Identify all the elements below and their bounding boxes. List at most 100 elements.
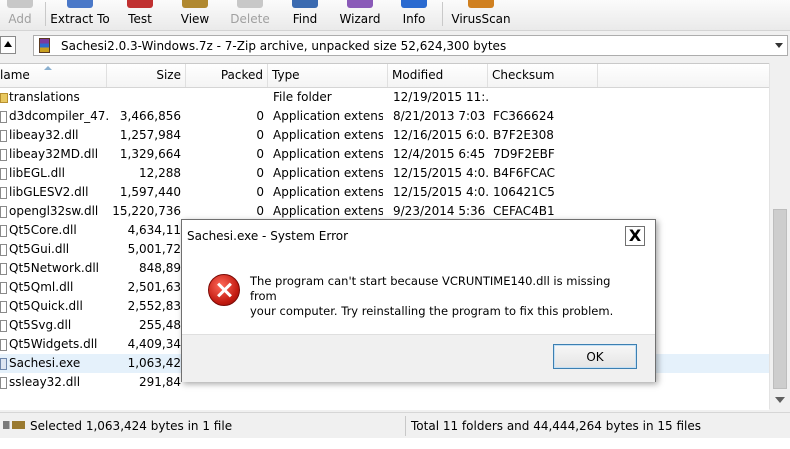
dll-file-icon <box>0 263 7 275</box>
file-size <box>108 88 181 107</box>
dll-file-icon <box>0 187 7 199</box>
column-header-size[interactable]: Size <box>107 64 186 87</box>
sort-ascending-icon <box>44 66 52 70</box>
column-header-name[interactable]: lame <box>0 64 107 87</box>
file-modified: 12/19/2015 11:... <box>393 90 488 104</box>
chevron-down-icon[interactable] <box>775 43 783 48</box>
file-size: 3,466,856 <box>119 109 181 123</box>
file-modified: 12/15/2015 4:0... <box>393 185 488 199</box>
address-text: Sachesi2.0.3-Windows.7z - 7-Zip archive,… <box>61 39 507 53</box>
file-size: 2,501,63 <box>127 280 181 294</box>
file-checksum: 106421C5 <box>493 185 555 199</box>
toolbar-separator <box>45 2 46 26</box>
file-size: 4,409,34 <box>127 337 181 351</box>
file-name: Qt5Network.dll <box>9 261 99 275</box>
file-name: Qt5Widgets.dll <box>9 337 98 351</box>
error-icon <box>208 274 240 306</box>
toolbar-button-label: VirusScan <box>451 12 511 26</box>
file-name: ssleay32.dll <box>9 375 81 389</box>
file-name: d3dcompiler_47.... <box>9 109 109 123</box>
file-size: 1,329,664 <box>119 147 181 161</box>
dll-file-icon <box>0 320 7 332</box>
file-row[interactable]: translations File folder 12/19/2015 11:... <box>0 88 769 107</box>
file-name: Qt5Core.dll <box>9 223 77 237</box>
file-row[interactable]: d3dcompiler_47.... 3,466,856 0 Application … <box>0 107 769 126</box>
address-field[interactable]: Sachesi2.0.3-Windows.7z - 7-Zip archive,… <box>33 35 788 56</box>
file-size: 1,257,984 <box>119 128 181 142</box>
column-header-packed[interactable]: Packed <box>186 64 268 87</box>
file-name: Qt5Quick.dll <box>9 299 83 313</box>
system-error-dialog: Sachesi.exe - System Error X The program… <box>181 219 656 382</box>
status-icon <box>3 421 25 429</box>
dll-file-icon <box>0 206 7 218</box>
extract-icon <box>67 0 93 8</box>
vertical-scrollbar[interactable] <box>769 63 790 409</box>
dll-file-icon <box>0 339 7 351</box>
test-icon <box>127 0 153 8</box>
file-row[interactable]: libEGL.dll 12,288 0 Application extens... 12… <box>0 164 769 183</box>
info-icon <box>401 0 427 8</box>
taskbar-edge <box>0 438 790 449</box>
file-modified: 12/4/2015 6:45 ... <box>393 147 488 161</box>
file-modified: 12/15/2015 4:0... <box>393 166 488 180</box>
dialog-titlebar[interactable]: Sachesi.exe - System Error X <box>182 220 655 251</box>
file-row[interactable]: libGLESV2.dll 1,597,440 0 Application exten… <box>0 183 769 202</box>
dll-file-icon <box>0 225 7 237</box>
file-name: libeay32.dll <box>9 128 79 142</box>
file-name: translations <box>9 90 80 104</box>
ok-button[interactable]: OK <box>553 344 637 369</box>
toolbar-button-label: Delete <box>230 12 270 26</box>
dll-file-icon <box>0 282 7 294</box>
close-icon: X <box>628 226 642 245</box>
dll-file-icon <box>0 301 7 313</box>
find-icon <box>292 0 318 8</box>
file-size: 1,063,42 <box>127 356 181 370</box>
file-name: Sachesi.exe <box>9 356 81 370</box>
file-size: 848,89 <box>139 261 181 275</box>
file-name: Qt5Gui.dll <box>9 242 70 256</box>
column-header: lame Size Packed Type Modified Checksum <box>0 64 769 88</box>
scrollbar-thumb[interactable] <box>773 209 787 389</box>
toolbar-button-label: Add <box>8 12 32 26</box>
toolbar-button-label: Find <box>292 12 318 26</box>
file-row[interactable]: libeay32.dll 1,257,984 0 Application extens… <box>0 126 769 145</box>
toolbar-virusscan-button[interactable]: VirusScan <box>446 0 516 30</box>
file-row[interactable]: libeay32MD.dll 1,329,664 0 Application exte… <box>0 145 769 164</box>
file-size: 291,84 <box>139 375 181 389</box>
column-header-name-label: lame <box>0 68 30 82</box>
address-bar: Sachesi2.0.3-Windows.7z - 7-Zip archive,… <box>0 33 790 60</box>
error-message-line-2: your computer. Try reinstalling the prog… <box>250 304 614 318</box>
status-selection: Selected 1,063,424 bytes in 1 file <box>30 419 233 433</box>
file-modified: 8/21/2013 7:03 ... <box>393 109 488 123</box>
column-header-type[interactable]: Type <box>268 64 388 87</box>
toolbar-button-label: View <box>180 12 210 26</box>
status-bar: Selected 1,063,424 bytes in 1 file Total… <box>0 412 790 439</box>
dialog-close-button[interactable]: X <box>625 226 645 246</box>
toolbar-info-button[interactable]: Info <box>379 0 449 30</box>
view-icon <box>182 0 208 8</box>
delete-icon <box>237 0 263 8</box>
toolbar-separator <box>442 2 443 26</box>
up-folder-button[interactable] <box>0 36 16 54</box>
file-size: 5,001,72 <box>127 242 181 256</box>
file-size: 1,597,440 <box>119 185 181 199</box>
file-packed <box>182 88 264 107</box>
file-size: 12,288 <box>139 166 181 180</box>
exe-file-icon <box>0 358 7 370</box>
dialog-title: Sachesi.exe - System Error <box>187 229 349 243</box>
file-packed: 0 <box>256 128 264 142</box>
file-size: 2,552,83 <box>127 299 181 313</box>
scroll-down-icon[interactable] <box>775 397 785 403</box>
dll-file-icon <box>0 149 7 161</box>
column-header-checksum[interactable]: Checksum <box>488 64 598 87</box>
column-header-modified[interactable]: Modified <box>388 64 488 87</box>
file-name: Qt5Qml.dll <box>9 280 74 294</box>
file-name: libEGL.dll <box>9 166 65 180</box>
toolbar-button-label: Extract To <box>50 12 110 26</box>
file-size: 255,48 <box>139 318 181 332</box>
toolbar-button-label: Wizard <box>339 12 381 26</box>
file-packed: 0 <box>256 147 264 161</box>
file-packed: 0 <box>256 185 264 199</box>
dll-file-icon <box>0 111 7 123</box>
file-type: Application extens... <box>273 109 383 123</box>
